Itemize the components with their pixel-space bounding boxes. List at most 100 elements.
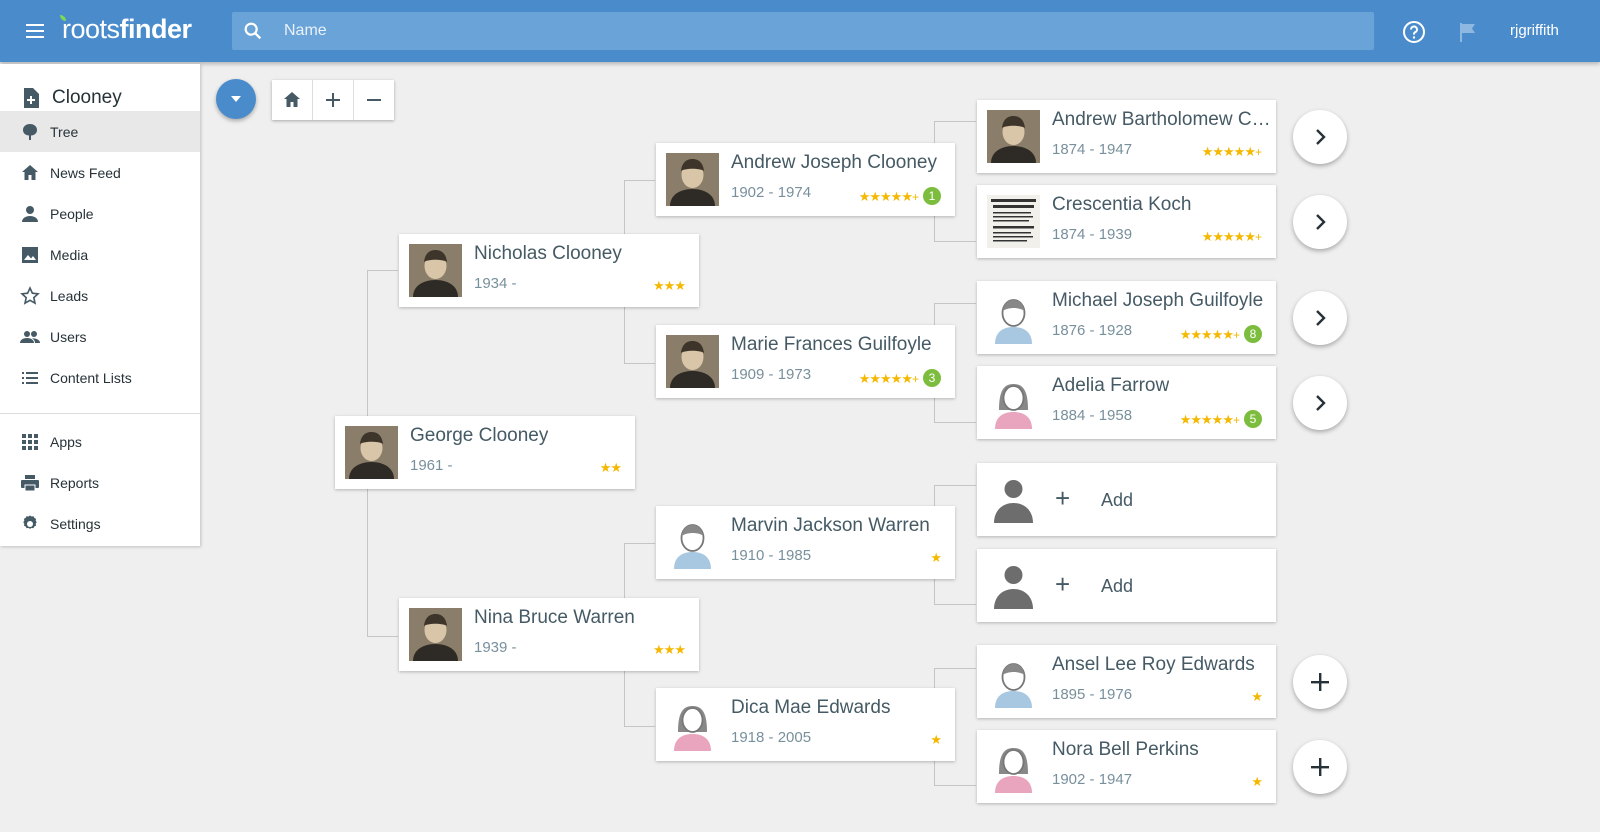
top-app-bar: rootsfinder rjgriffith [0,0,1600,62]
app-logo[interactable]: rootsfinder [60,14,192,45]
users-icon [20,330,40,343]
rating-stars: ★ [930,550,942,565]
sidebar-item-reports[interactable]: Reports [0,462,200,503]
person-silhouette-icon [987,559,1040,612]
rating-plus-marker: + [911,372,919,386]
person-dates: 1902 - 1974 [731,184,812,201]
sidebar: Clooney Tree News Feed People Media Lead… [0,64,200,546]
person-name: Marvin Jackson Warren [731,515,930,536]
person-photo [409,608,462,661]
sidebar-item-apps[interactable]: Apps [0,421,200,462]
hint-count-badge[interactable]: 1 [923,187,941,205]
person-name: Ansel Lee Roy Edwards [1052,654,1255,675]
person-name: Andrew Joseph Clooney [731,152,937,173]
person-dates: 1918 - 2005 [731,729,812,746]
person-photo [666,335,719,388]
person-card[interactable]: George Clooney 1961 - ★★ [335,416,635,489]
hint-count-badge[interactable]: 3 [923,369,941,387]
chevron-right-icon [1316,214,1326,230]
add-document-icon [24,88,39,108]
person-name: George Clooney [410,425,549,446]
home-icon [284,92,300,107]
expand-ancestors-button[interactable] [1293,376,1347,430]
person-dates: 1934 - [474,275,517,292]
sidebar-item-users[interactable]: Users [0,316,200,357]
person-card[interactable]: Ansel Lee Roy Edwards 1895 - 1976 ★ [977,645,1276,718]
person-dates: 1895 - 1976 [1052,686,1133,703]
person-name: Michael Joseph Guilfoyle [1052,290,1264,311]
tree-options-button[interactable] [216,79,256,119]
sidebar-item-people[interactable]: People [0,193,200,234]
person-photo [987,110,1040,163]
person-name: Dica Mae Edwards [731,697,891,718]
person-card[interactable]: Andrew Bartholomew Clo... 1874 - 1947 ★★… [977,100,1276,173]
plus-icon [1311,758,1329,776]
search-icon[interactable] [242,20,264,42]
person-card[interactable]: Nora Bell Perkins 1902 - 1947 ★ [977,730,1276,803]
rating-stars: ★★★★★+ 1 [859,187,941,205]
person-photo [345,426,398,479]
caret-down-icon [231,96,241,102]
person-card[interactable]: Andrew Joseph Clooney 1902 - 1974 ★★★★★+… [656,143,955,216]
menu-icon[interactable] [22,20,48,42]
person-name: Nicholas Clooney [474,243,622,264]
person-photo [409,244,462,297]
rating-stars: ★★★ [653,278,686,293]
rating-stars: ★★★★★+ 5 [1180,410,1262,428]
person-name: Crescentia Koch [1052,194,1192,215]
person-card[interactable]: Adelia Farrow 1884 - 1958 ★★★★★+ 5 [977,366,1276,439]
zoom-out-button[interactable] [353,80,394,120]
sidebar-item-tree[interactable]: Tree [0,111,200,152]
rating-stars: ★★★ [653,642,686,657]
person-dates: 1910 - 1985 [731,547,812,564]
add-person-card[interactable]: + Add [977,463,1276,536]
flag-icon[interactable] [1457,20,1479,44]
sidebar-item-leads[interactable]: Leads [0,275,200,316]
add-icon: + [1055,483,1071,513]
sidebar-item-settings[interactable]: Settings [0,503,200,544]
help-icon[interactable] [1402,20,1426,44]
person-dates: 1909 - 1973 [731,366,812,383]
person-card[interactable]: Marie Frances Guilfoyle 1909 - 1973 ★★★★… [656,325,955,398]
search-input[interactable] [284,12,1364,50]
person-photo [666,153,719,206]
apps-grid-icon [22,433,38,450]
person-card[interactable]: Nicholas Clooney 1934 - ★★★ [399,234,699,307]
expand-ancestors-button[interactable] [1293,195,1347,249]
person-card[interactable]: Crescentia Koch 1874 - 1939 ★★★★★+ [977,185,1276,258]
person-dates: 1961 - [410,457,453,474]
sidebar-item-content-lists[interactable]: Content Lists [0,357,200,398]
sidebar-divider [0,413,200,414]
person-card[interactable]: Marvin Jackson Warren 1910 - 1985 ★ [656,506,955,579]
add-parents-button[interactable] [1293,655,1347,709]
person-card[interactable]: Nina Bruce Warren 1939 - ★★★ [399,598,699,671]
zoom-in-button[interactable] [312,80,353,120]
add-icon: + [1055,569,1071,599]
person-card[interactable]: Dica Mae Edwards 1918 - 2005 ★ [656,688,955,761]
hint-count-badge[interactable]: 8 [1244,325,1262,343]
add-person-card[interactable]: + Add [977,549,1276,622]
person-dates: 1902 - 1947 [1052,771,1133,788]
person-name: Adelia Farrow [1052,375,1170,396]
user-menu[interactable]: rjgriffith [1510,22,1559,39]
person-dates: 1884 - 1958 [1052,407,1133,424]
rating-plus-marker: + [1254,230,1262,244]
sidebar-item-news-feed[interactable]: News Feed [0,152,200,193]
printer-icon [21,474,39,491]
person-dates: 1874 - 1939 [1052,226,1133,243]
sidebar-item-media[interactable]: Media [0,234,200,275]
rating-stars: ★★★★★+ [1201,229,1262,244]
image-icon [22,246,38,263]
expand-ancestors-button[interactable] [1293,110,1347,164]
expand-ancestors-button[interactable] [1293,291,1347,345]
hint-count-badge[interactable]: 5 [1244,410,1262,428]
rating-plus-marker: + [1254,145,1262,159]
star-outline-icon [20,285,40,305]
search-bar [232,12,1374,50]
add-parents-button[interactable] [1293,740,1347,794]
person-name: Marie Frances Guilfoyle [731,334,932,355]
tree-title[interactable]: Clooney [22,84,122,112]
home-view-button[interactable] [272,80,312,120]
rating-stars: ★★★★★+ 8 [1180,325,1262,343]
person-card[interactable]: Michael Joseph Guilfoyle 1876 - 1928 ★★★… [977,281,1276,354]
